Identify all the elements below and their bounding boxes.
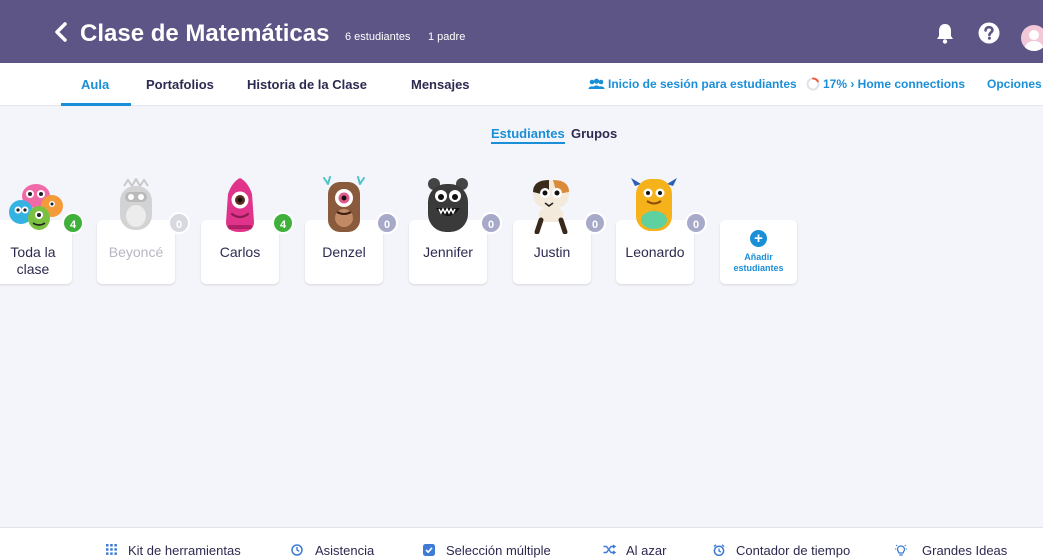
monster-avatar-icon <box>533 180 569 234</box>
points-badge: 0 <box>376 212 398 234</box>
student-login-link[interactable]: Inicio de sesión para estudiantes <box>608 77 797 91</box>
timer-button[interactable]: Contador de tiempo <box>736 543 850 558</box>
monster-avatar-icon <box>428 178 468 232</box>
segment-groups[interactable]: Grupos <box>571 126 617 141</box>
parent-count[interactable]: 1 padre <box>428 31 465 43</box>
points-badge: 4 <box>272 212 294 234</box>
tab-historia[interactable]: Historia de la Clase <box>247 77 367 92</box>
student-name: Leonardo <box>625 244 685 260</box>
points-badge: 0 <box>168 212 190 234</box>
clock-icon <box>291 544 303 556</box>
tab-mensajes[interactable]: Mensajes <box>411 77 470 92</box>
whole-class-label-line2: clase <box>16 261 50 277</box>
avatar[interactable] <box>1021 25 1043 51</box>
chevron-left-icon[interactable] <box>50 20 72 44</box>
whole-class-label-line1: Toda la <box>10 244 56 260</box>
points-badge: 0 <box>480 212 502 234</box>
monster-avatar-icon <box>120 178 152 230</box>
bottom-toolbar: Kit de herramientas Asistencia Selección… <box>0 527 1043 558</box>
avatar-body-shape <box>1025 41 1043 51</box>
toolkit-grid-icon <box>106 544 117 555</box>
student-name: Beyoncé <box>108 244 164 260</box>
help-icon[interactable] <box>978 22 1000 44</box>
options-link[interactable]: Opciones <box>987 77 1042 91</box>
points-badge: 4 <box>62 212 84 234</box>
timer-icon <box>713 544 725 556</box>
monster-avatar-icon <box>323 176 365 232</box>
add-students-line1: Añadir <box>744 252 773 262</box>
tab-bar: Aula Portafolios Historia de la Clase Me… <box>0 63 1043 106</box>
monster-avatar-icon <box>631 178 677 231</box>
plus-icon: + <box>750 230 767 247</box>
segment-students[interactable]: Estudiantes <box>491 126 565 144</box>
student-name: Carlos <box>219 244 261 260</box>
big-ideas-button[interactable]: Grandes Ideas <box>922 543 1007 558</box>
class-header: Clase de Matemáticas 6 estudiantes 1 pad… <box>0 0 1043 63</box>
active-tab-indicator <box>61 103 131 106</box>
students-group-icon <box>588 78 605 89</box>
add-students-label: Añadir estudiantes <box>720 252 797 274</box>
bell-icon[interactable] <box>936 22 954 44</box>
class-title: Clase de Matemáticas <box>80 20 330 47</box>
points-badge: 0 <box>685 212 707 234</box>
add-students-line2: estudiantes <box>733 263 784 273</box>
tab-portafolios[interactable]: Portafolios <box>146 77 214 92</box>
avatar-head-shape <box>1029 30 1039 40</box>
whole-class-monsters-icon <box>9 184 63 230</box>
student-count[interactable]: 6 estudiantes <box>345 31 410 43</box>
shuffle-icon <box>603 544 616 555</box>
monster-avatar-icon <box>226 178 254 232</box>
add-students-button[interactable]: + Añadir estudiantes <box>720 220 797 284</box>
whole-class-label: Toda la clase <box>0 244 72 278</box>
multi-select-button[interactable]: Selección múltiple <box>446 543 551 558</box>
progress-ring-icon <box>806 77 820 91</box>
points-badge: 0 <box>584 212 606 234</box>
toolkit-button[interactable]: Kit de herramientas <box>128 543 241 558</box>
student-name: Justin <box>533 244 571 260</box>
checkbox-icon <box>423 544 435 556</box>
attendance-button[interactable]: Asistencia <box>315 543 374 558</box>
random-button[interactable]: Al azar <box>626 543 666 558</box>
student-name: Denzel <box>322 244 366 260</box>
lightbulb-icon <box>895 544 907 556</box>
student-name: Jennifer <box>423 244 473 260</box>
tab-aula[interactable]: Aula <box>81 77 109 92</box>
home-connections-link[interactable]: 17% › Home connections <box>823 77 965 91</box>
